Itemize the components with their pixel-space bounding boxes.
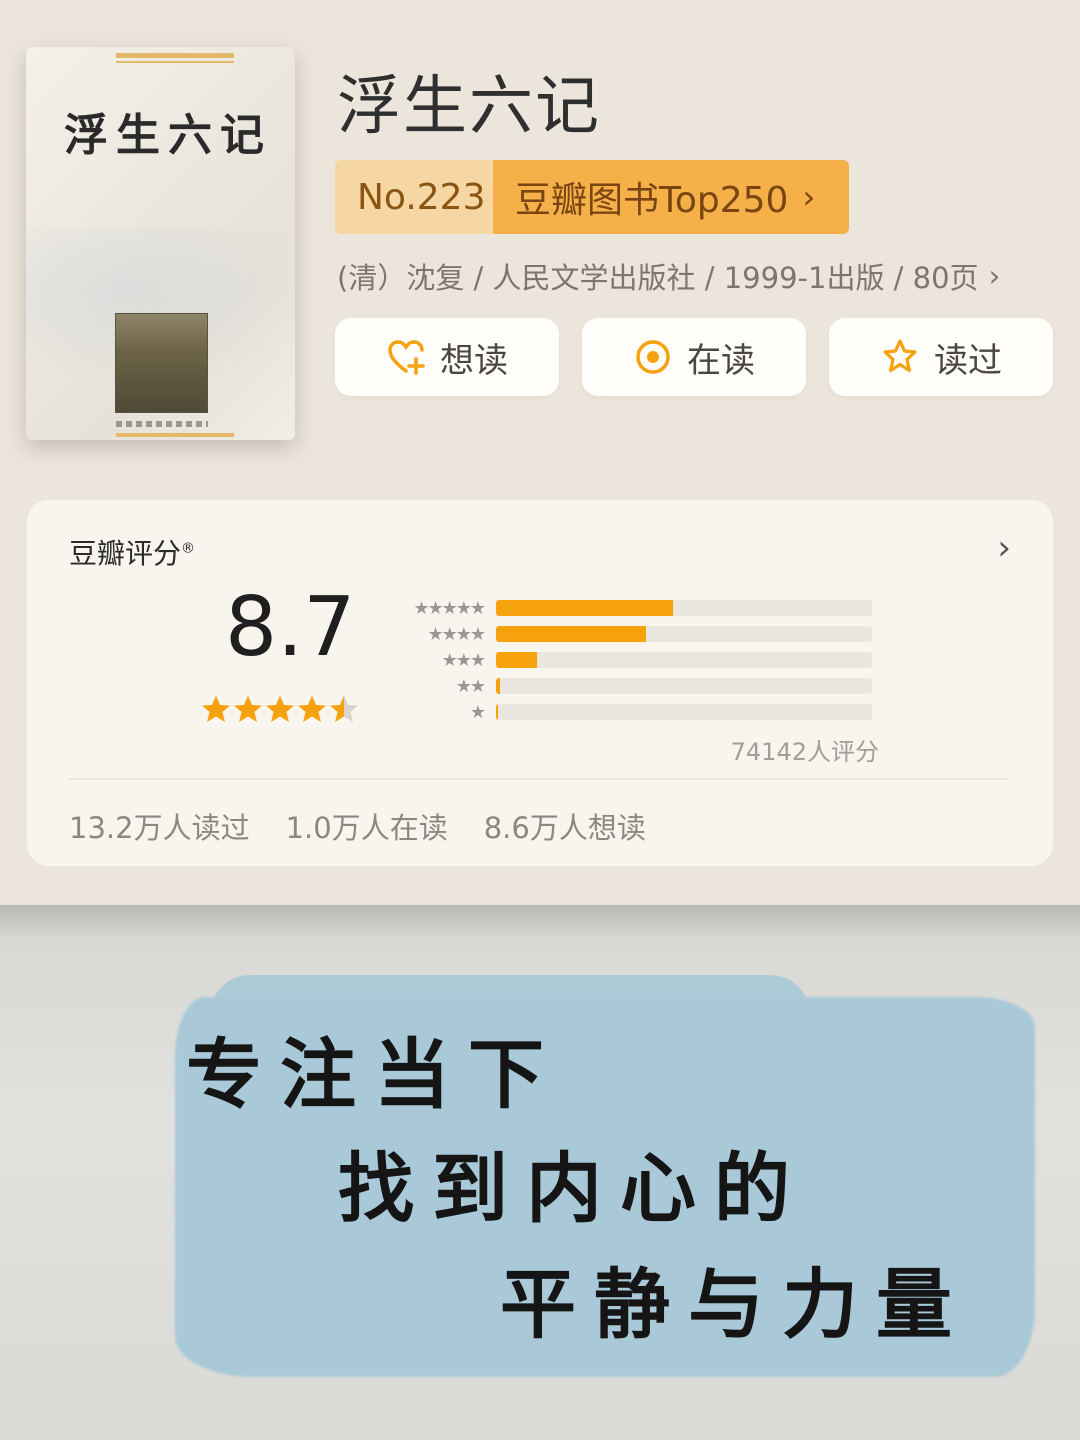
bar-star-label: ★★★★★: [413, 597, 486, 619]
bar-track: [496, 626, 872, 642]
rank-list-link[interactable]: 豆瓣图书Top250 ›: [493, 160, 849, 234]
cover-title: 浮生六记: [64, 110, 272, 161]
rating-bar-row: ★★★: [392, 647, 882, 673]
bar-fill: [496, 626, 647, 642]
bar-track: [496, 600, 872, 616]
bar-track: [496, 678, 872, 694]
bar-fill: [496, 600, 673, 616]
top250-rank-badge[interactable]: No.223 豆瓣图书Top250 ›: [335, 160, 849, 234]
rank-number: No.223: [335, 160, 493, 234]
bar-star-label: ★: [469, 701, 486, 723]
rating-count: 74142人评分: [730, 738, 879, 766]
rating-star-icon: [330, 695, 358, 722]
stat-want-read: 8.6万人想读: [483, 811, 646, 845]
rating-bar-row: ★★: [392, 673, 882, 699]
rank-list-label: 豆瓣图书Top250: [515, 180, 789, 221]
rating-stars: [201, 694, 359, 724]
quote-banner: 专注当下 找到内心的 平静与力量: [0, 905, 1080, 1440]
book-meta-text: (清）沈复 / 人民文学出版社 / 1999-1出版 / 80页: [337, 261, 979, 295]
rating-bar-row: ★★★★★: [392, 595, 882, 621]
bar-track: [496, 704, 872, 720]
bar-star-label: ★★: [455, 675, 486, 697]
bar-fill: [496, 678, 500, 694]
reading-button[interactable]: 在读: [582, 318, 806, 396]
rating-card-title: 豆瓣评分®: [69, 532, 195, 572]
rating-bar-row: ★: [392, 699, 882, 725]
have-read-label: 读过: [934, 340, 1002, 381]
chevron-right-icon: ›: [802, 178, 816, 216]
chevron-right-icon: ›: [988, 259, 1001, 293]
rating-score: 8.7: [225, 580, 356, 675]
want-to-read-label: 想读: [440, 340, 508, 381]
rating-title-text: 豆瓣评分: [69, 537, 182, 570]
cover-band: [116, 53, 234, 58]
cover-publisher-mark: [116, 421, 208, 427]
bar-fill: [496, 652, 538, 668]
reading-status-actions: 想读 在读 读过: [335, 318, 1053, 396]
rating-star-icon: [202, 695, 230, 722]
bar-track: [496, 652, 872, 668]
bar-fill: [496, 704, 499, 720]
book-title: 浮生六记: [337, 70, 601, 144]
divider: [69, 778, 1009, 780]
quote-line-3: 平静与力量: [500, 1260, 970, 1349]
book-cover-image[interactable]: 浮生六记: [26, 47, 295, 440]
quote-line-1: 专注当下: [186, 1030, 562, 1119]
rating-bar-row: ★★★★: [392, 621, 882, 647]
reader-stats: 13.2万人读过 1.0万人在读 8.6万人想读: [69, 805, 646, 847]
heart-plus-icon: [388, 340, 425, 375]
rating-star-icon: [298, 695, 326, 722]
cover-band: [116, 433, 234, 437]
rating-star-icon: [266, 695, 294, 722]
star-outline-icon: [883, 339, 917, 373]
stat-have-read: 13.2万人读过: [69, 811, 250, 845]
quote-line-2: 找到内心的: [338, 1144, 808, 1233]
paper-edge: [0, 905, 1080, 935]
bar-star-label: ★★★★: [427, 623, 486, 645]
cover-painting: [115, 313, 208, 413]
cover-band: [116, 61, 234, 63]
stat-reading: 1.0万人在读: [285, 811, 448, 845]
want-to-read-button[interactable]: 想读: [335, 318, 559, 396]
rating-star-icon: [234, 695, 262, 722]
rating-distribution: ★★★★★ ★★★★ ★★★ ★★ ★: [392, 595, 882, 725]
target-icon: [636, 340, 670, 374]
chevron-right-icon[interactable]: ›: [997, 528, 1011, 568]
reading-label: 在读: [687, 340, 755, 381]
registered-mark: ®: [181, 540, 196, 557]
bar-star-label: ★★★: [441, 649, 486, 671]
rating-card[interactable]: 豆瓣评分® › 8.7 ★★★★★ ★★★★ ★★★ ★★ ★ 74142人评分 13.…: [27, 500, 1053, 866]
book-meta[interactable]: (清）沈复 / 人民文学出版社 / 1999-1出版 / 80页 ›: [337, 255, 1000, 297]
book-header: 浮生六记 浮生六记 No.223 豆瓣图书Top250 › (清）沈复 / 人民…: [0, 0, 1080, 905]
have-read-button[interactable]: 读过: [829, 318, 1053, 396]
